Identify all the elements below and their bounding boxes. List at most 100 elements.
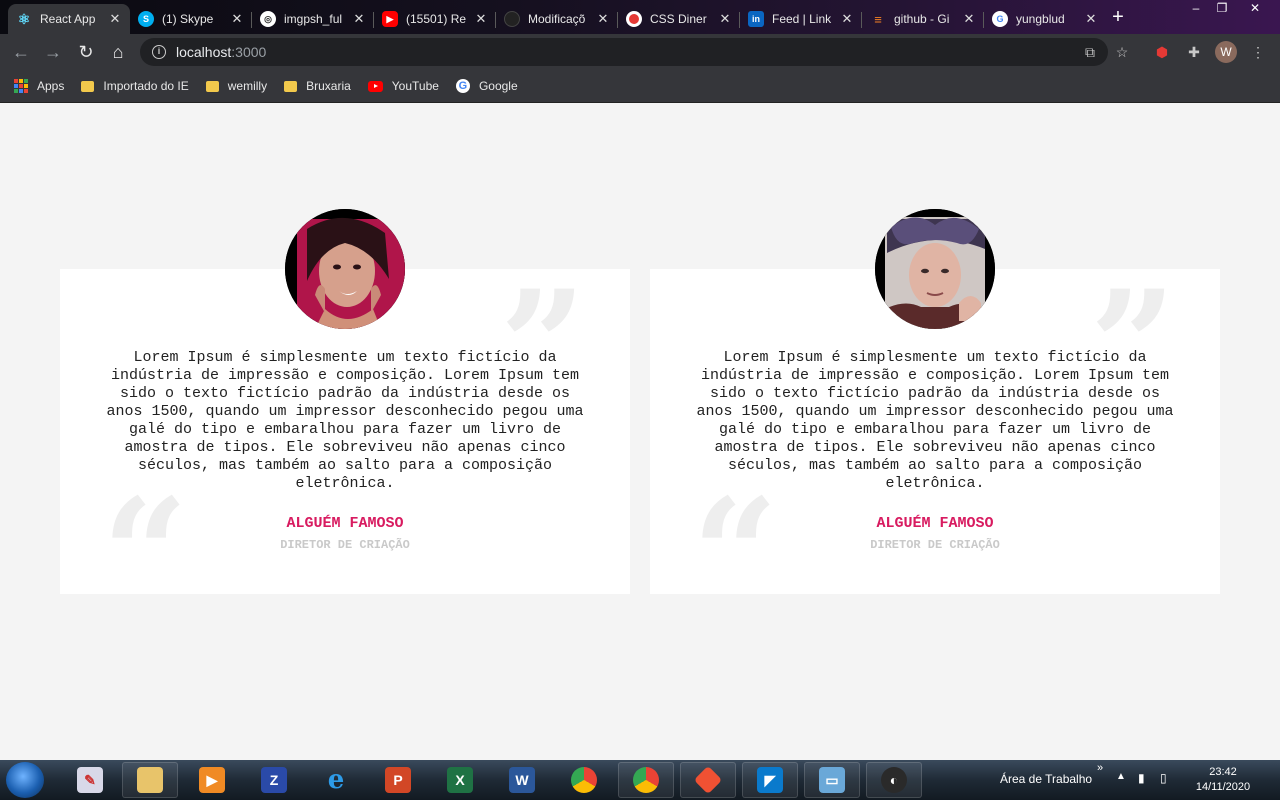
close-tab-icon[interactable]: ✕	[962, 11, 976, 27]
tray-expand-icon[interactable]: ▲	[1116, 771, 1126, 782]
forward-button[interactable]: →	[40, 40, 66, 64]
close-tab-icon[interactable]: ✕	[596, 11, 610, 27]
taskbar-app-word[interactable]: W	[494, 762, 550, 798]
taskbar-app-chrome[interactable]	[556, 762, 612, 798]
close-tab-icon[interactable]: ✕	[108, 11, 122, 27]
taskbar-app-powerpoint[interactable]: P	[370, 762, 426, 798]
git-icon	[693, 765, 723, 795]
translate-icon[interactable]: ⧉	[1080, 42, 1100, 62]
taskbar-app-vscode[interactable]: ◤	[742, 762, 798, 798]
taskbar-app-paint[interactable]: ✎	[62, 762, 118, 798]
system-clock[interactable]: 23:42 14/11/2020	[1188, 765, 1258, 795]
taskbar-app-git[interactable]	[680, 762, 736, 798]
bookmark-wemilly[interactable]: wemilly	[205, 79, 268, 93]
taskbar-app-vmware[interactable]: Z	[246, 762, 302, 798]
info-icon[interactable]: i	[152, 45, 166, 59]
tab-github-commits[interactable]: Modificaçõ ✕	[496, 4, 618, 34]
taskbar-app-photos[interactable]: ▭	[804, 762, 860, 798]
taskbar-app-excel[interactable]: X	[432, 762, 488, 798]
network-signal-icon[interactable]: ▮	[1138, 771, 1145, 785]
excel-icon: X	[447, 767, 473, 793]
clock-date: 14/11/2020	[1195, 781, 1251, 793]
reload-button[interactable]: ↻	[73, 40, 99, 64]
profile-avatar[interactable]: W	[1215, 41, 1237, 63]
extensions-puzzle-icon[interactable]: ✚	[1184, 42, 1204, 62]
google-icon: G	[992, 11, 1008, 27]
powerpoint-icon: P	[385, 767, 411, 793]
bookmark-youtube[interactable]: YouTube	[367, 79, 439, 93]
tab-title: yungblud	[1016, 12, 1065, 26]
taskbar-app-obs[interactable]: ◐	[866, 762, 922, 798]
home-button[interactable]: ⌂	[105, 40, 131, 64]
bookmark-importado-ie[interactable]: Importado do IE	[81, 79, 189, 93]
taskbar-app-explorer[interactable]	[122, 762, 178, 798]
bookmark-label: Bruxaria	[306, 79, 351, 93]
tab-title: Modificaçõ	[528, 12, 586, 26]
tab-github-search[interactable]: ≡ github - Gi ✕	[862, 4, 984, 34]
bookmark-star-icon[interactable]: ☆	[1112, 42, 1132, 62]
bookmark-bruxaria[interactable]: Bruxaria	[284, 79, 351, 93]
taskbar-app-ie[interactable]: e	[308, 762, 364, 798]
new-tab-button[interactable]: +	[1105, 6, 1131, 30]
portrait-image	[285, 209, 405, 329]
word-icon: W	[509, 767, 535, 793]
desktop-toolbar-label[interactable]: Área de Trabalho	[1000, 772, 1092, 786]
testimonial-card: ” “ Lorem Ipsum é simplesmente um texto …	[650, 209, 1220, 629]
author-name: ALGUÉM FAMOSO	[286, 515, 404, 532]
start-button[interactable]	[6, 762, 44, 798]
tab-css-diner[interactable]: CSS Diner ✕	[618, 4, 740, 34]
close-tab-icon[interactable]: ✕	[230, 11, 244, 27]
chevron-icon[interactable]: »	[1097, 762, 1103, 774]
windows-taskbar: ✎ ▶ Z e P X W ◤ ▭ ◐ Área de Trabalho » ▲…	[0, 760, 1280, 800]
tab-linkedin[interactable]: in Feed | Link ✕	[740, 4, 862, 34]
internet-explorer-icon: e	[327, 765, 345, 795]
close-window-button[interactable]: ✕	[1238, 0, 1272, 18]
tab-imgpsh[interactable]: ◎ imgpsh_ful ✕	[252, 4, 374, 34]
back-button[interactable]: ←	[8, 40, 34, 64]
close-tab-icon[interactable]: ✕	[1084, 11, 1098, 27]
taskbar-app-media-player[interactable]: ▶	[184, 762, 240, 798]
taskbar-app-chrome-profile[interactable]	[618, 762, 674, 798]
author-role: DIRETOR DE CRIAÇÃO	[280, 538, 410, 552]
url-host: localhost	[176, 44, 232, 60]
tab-react-app[interactable]: ⚛ React App ✕	[8, 4, 130, 34]
tab-skype[interactable]: S (1) Skype ✕	[130, 4, 252, 34]
power-icon[interactable]: ▯	[1160, 771, 1167, 785]
author-role: DIRETOR DE CRIAÇÃO	[870, 538, 1000, 552]
close-tab-icon[interactable]: ✕	[352, 11, 366, 27]
address-bar[interactable]: i localhost :3000	[140, 38, 1108, 66]
google-icon: G	[455, 79, 470, 93]
menu-kebab-icon[interactable]: ⋮	[1248, 42, 1268, 62]
bookmark-google[interactable]: G Google	[455, 79, 518, 93]
portrait-image	[875, 209, 995, 329]
close-tab-icon[interactable]: ✕	[840, 11, 854, 27]
bookmark-label: Google	[478, 79, 518, 93]
minimize-button[interactable]: –	[1182, 0, 1210, 18]
tab-yungblud[interactable]: G yungblud ✕	[984, 4, 1106, 34]
testimonial-text: Lorem Ipsum é simplesmente um texto fict…	[696, 349, 1174, 492]
stackoverflow-icon: ≡	[874, 11, 882, 27]
restore-button[interactable]: ❐	[1208, 0, 1236, 18]
chrome-icon	[571, 767, 597, 793]
linkedin-icon: in	[748, 11, 764, 27]
testimonial-card: ” “ Lorem Ipsum é simplesmente um texto …	[60, 209, 630, 629]
tab-title: Feed | Link	[772, 12, 832, 26]
chrome-icon	[633, 767, 659, 793]
youtube-icon: ▶	[382, 11, 398, 27]
bookmarks-bar: Apps Importado do IE wemilly Bruxaria Yo…	[0, 70, 1280, 103]
clock-time: 23:42	[1209, 766, 1237, 778]
close-tab-icon[interactable]: ✕	[718, 11, 732, 27]
testimonial-text: Lorem Ipsum é simplesmente um texto fict…	[106, 349, 584, 492]
author-name: ALGUÉM FAMOSO	[876, 515, 994, 532]
bookmark-apps[interactable]: Apps	[14, 79, 64, 93]
folder-icon	[137, 767, 163, 793]
bookmark-label: wemilly	[227, 79, 268, 93]
tab-youtube[interactable]: ▶ (15501) Re ✕	[374, 4, 496, 34]
github-icon	[504, 11, 520, 27]
page-content: ” “ Lorem Ipsum é simplesmente um texto …	[0, 103, 1280, 760]
vscode-icon: ◤	[757, 767, 783, 793]
folder-icon	[81, 80, 95, 92]
close-tab-icon[interactable]: ✕	[474, 11, 488, 27]
extension-shield-icon[interactable]: ⬢	[1152, 42, 1172, 62]
photos-icon: ▭	[819, 767, 845, 793]
